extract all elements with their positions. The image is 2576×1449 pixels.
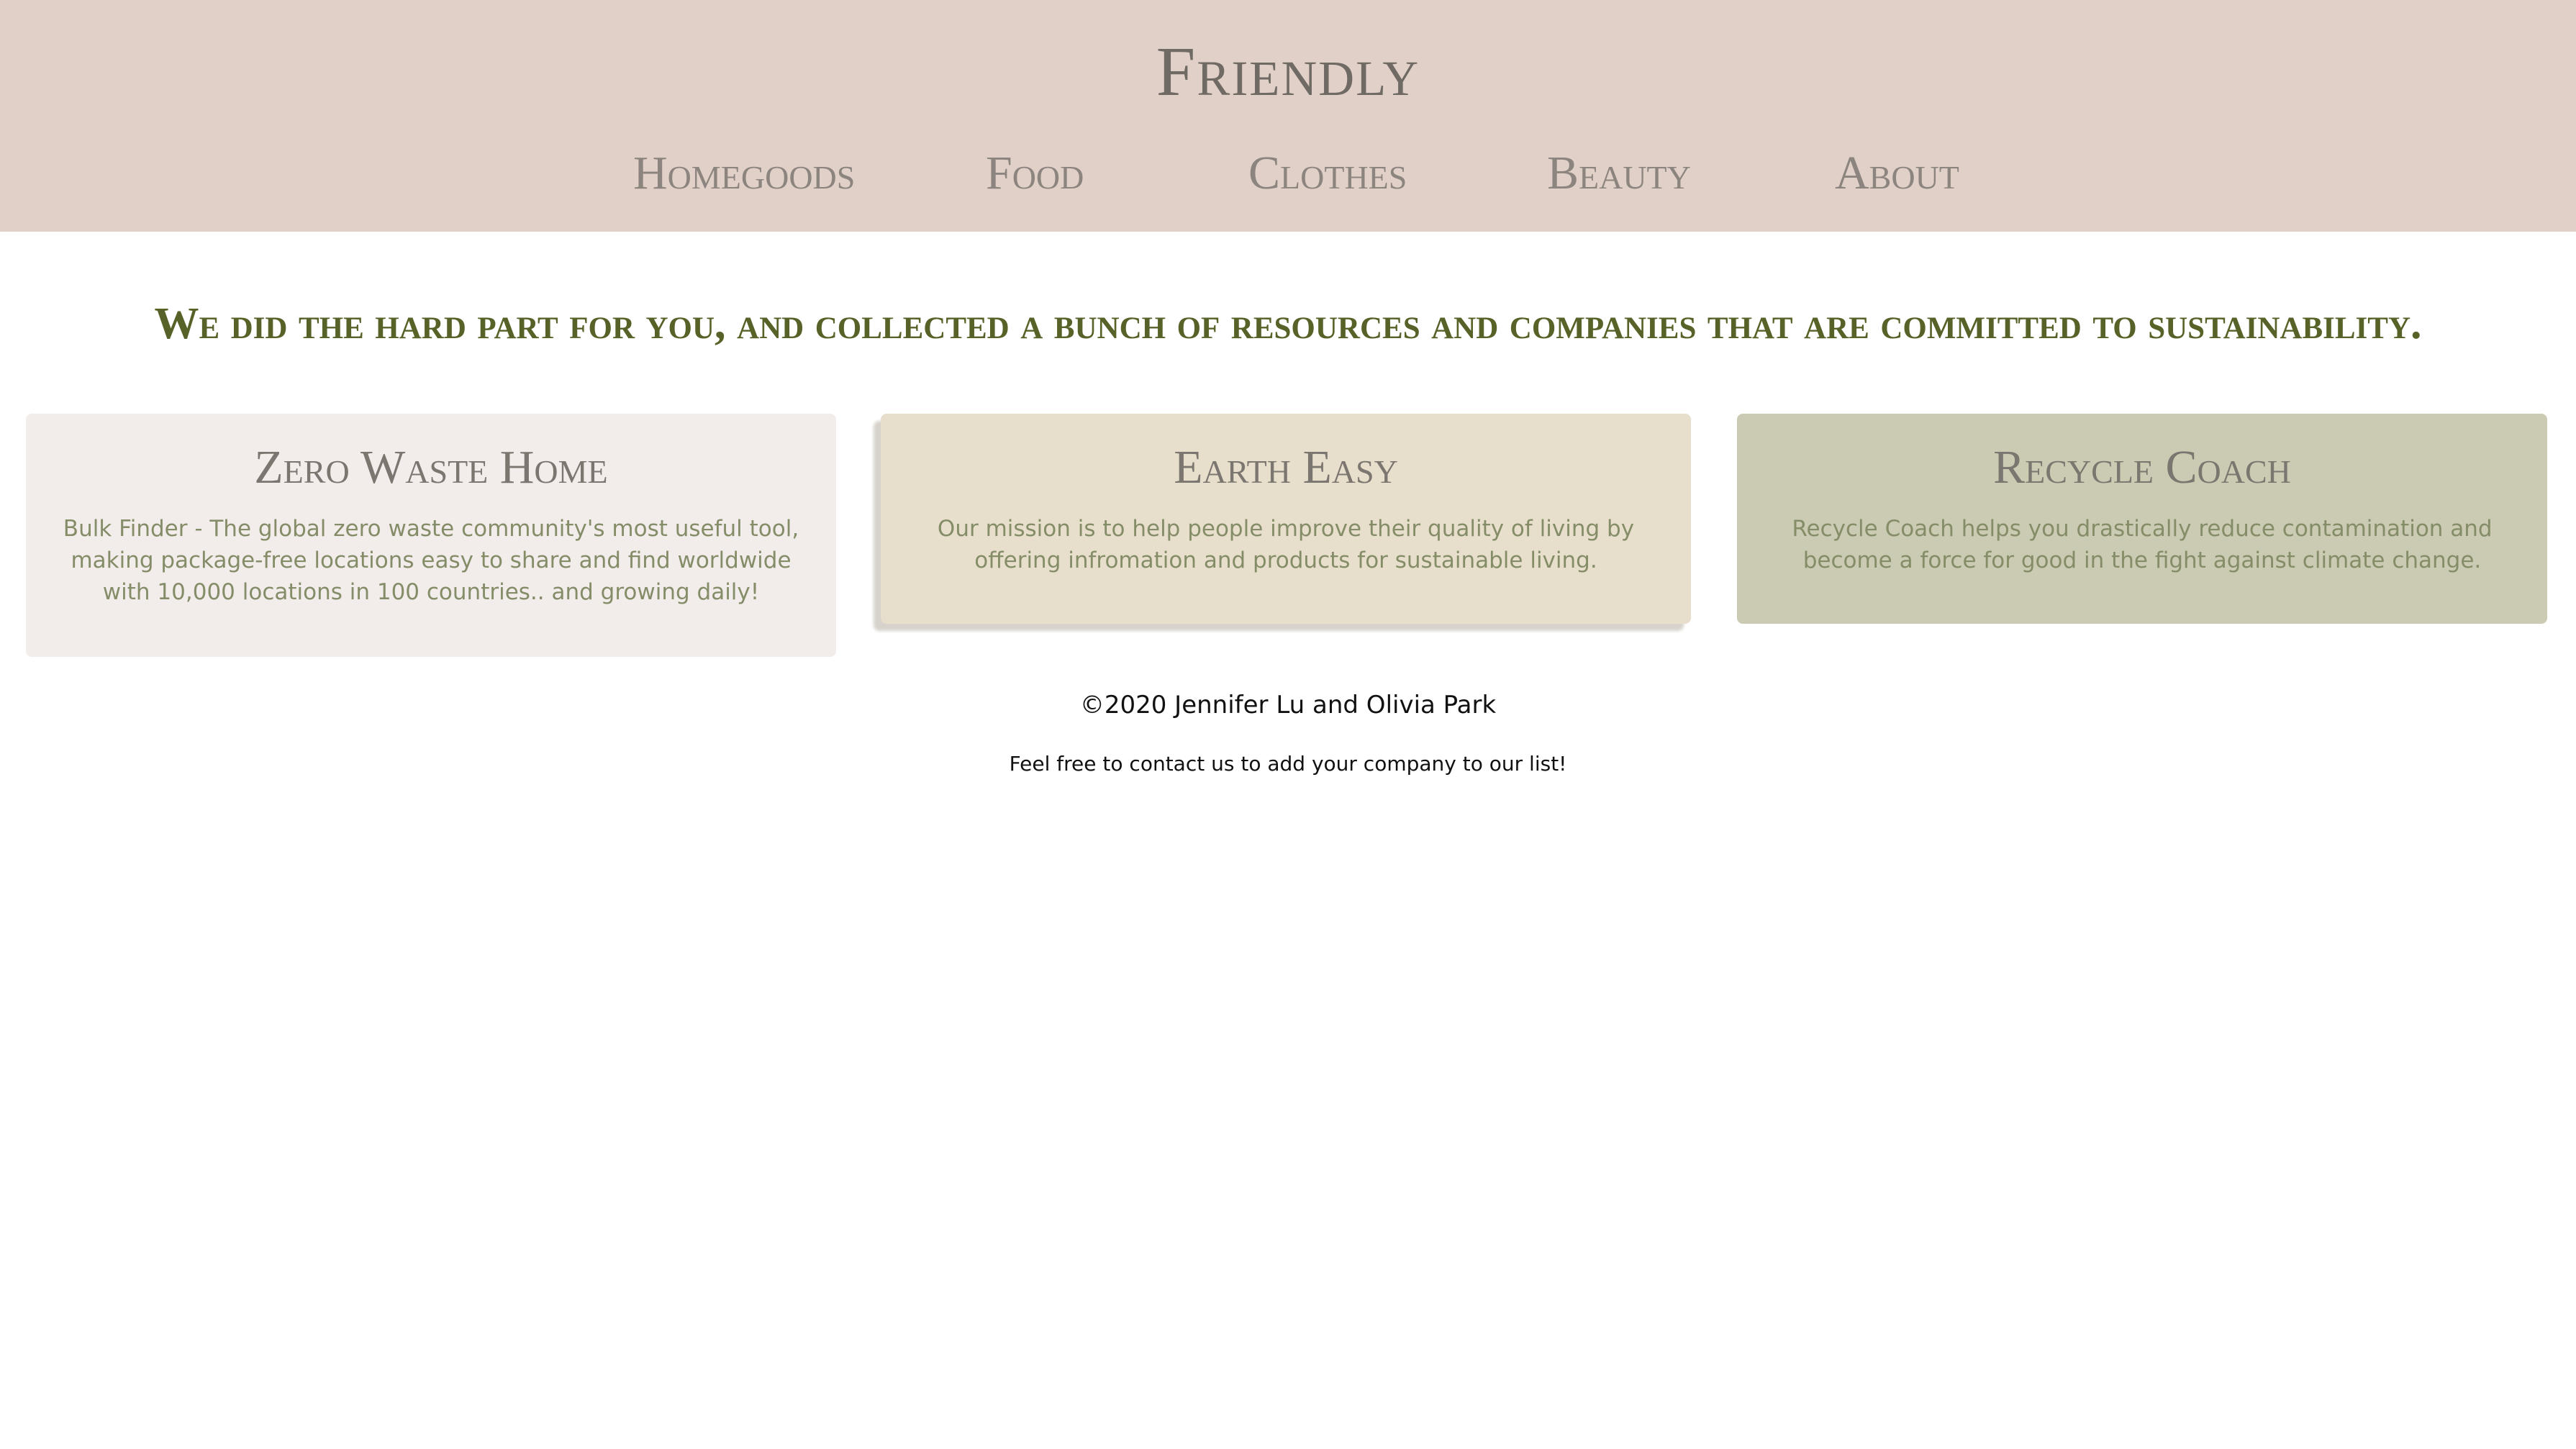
footer-contact-note: Feel free to contact us to add your comp… [1009,752,1567,776]
nav-item-food[interactable]: Food [986,141,1084,206]
nav-item-about[interactable]: About [1835,141,1959,206]
card-description: Recycle Coach helps you drastically redu… [1792,516,2493,573]
site-logo-text[interactable]: Friendly [0,29,2576,115]
resource-card-earth-easy[interactable]: Earth Easy Our mission is to help people… [881,414,1691,624]
card-description: Bulk Finder - The global zero waste comm… [63,516,799,605]
resource-card-recycle-coach[interactable]: Recycle Coach Recycle Coach helps you dr… [1737,414,2547,624]
footer-copyright: ©2020 Jennifer Lu and Olivia Park [1079,691,1497,719]
main-nav: Homegoods Food Clothes Beauty About [0,141,2576,213]
nav-item-beauty[interactable]: Beauty [1547,141,1691,206]
resource-card-zero-waste-home[interactable]: Zero Waste Home Bulk Finder - The global… [26,414,836,657]
card-title: Zero Waste Home [254,441,608,494]
card-description: Our mission is to help people improve th… [937,516,1635,573]
card-title: Earth Easy [1174,441,1398,494]
nav-item-homegoods[interactable]: Homegoods [633,141,855,206]
site-header: Friendly Homegoods Food Clothes Beauty A… [0,0,2576,232]
nav-item-clothes[interactable]: Clothes [1248,141,1407,206]
card-title: Recycle Coach [1993,441,2291,494]
page-tagline: We did the hard part for you, and collec… [154,299,2422,348]
